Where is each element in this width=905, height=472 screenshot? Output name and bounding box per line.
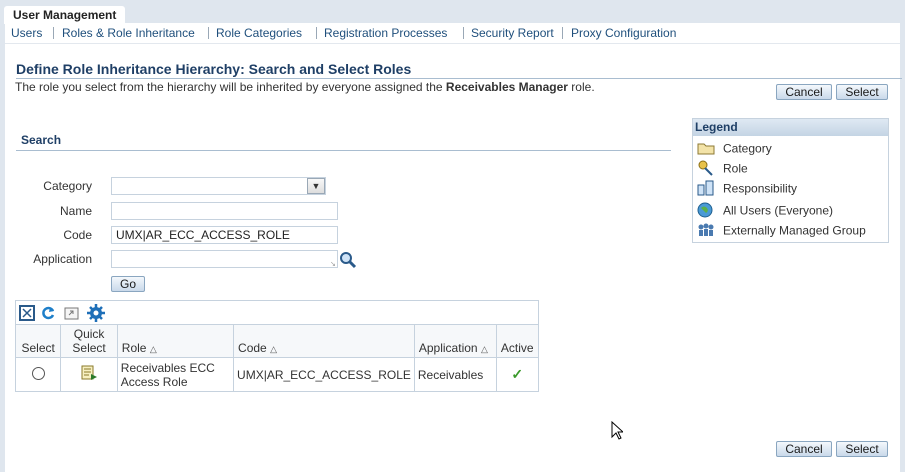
header-select: Select (16, 325, 62, 358)
header-role[interactable]: Role △ (117, 325, 235, 358)
nav-separator (316, 27, 317, 39)
select-radio[interactable] (31, 366, 45, 380)
expand-all-icon[interactable] (19, 305, 35, 321)
sort-icon[interactable]: △ (150, 344, 157, 354)
page-description: The role you select from the hierarchy w… (15, 80, 595, 94)
results-table: Select Quick Select Role △ Code △ Applic… (15, 300, 539, 392)
results-toolbar (16, 301, 538, 325)
role-name: Receivables Manager (445, 80, 568, 94)
nav-separator (463, 27, 464, 39)
legend-item-all-users: All Users (Everyone) (697, 202, 833, 221)
table-header-row: Select Quick Select Role △ Code △ Applic… (16, 325, 538, 358)
legend-item-category: Category (697, 141, 772, 158)
select-cell (16, 357, 62, 392)
header-quick-select: Quick Select (60, 325, 118, 358)
legend-header: Legend (693, 119, 888, 136)
sort-icon[interactable]: △ (270, 344, 277, 354)
search-section-header: Search (21, 133, 62, 147)
category-label: Category (43, 179, 92, 193)
mouse-cursor-icon (611, 421, 623, 440)
application-label: Application (33, 252, 92, 266)
select-button[interactable]: Select (836, 84, 888, 100)
category-select[interactable] (111, 177, 326, 195)
nav-separator (53, 27, 54, 39)
folder-icon (697, 141, 715, 158)
resize-grip-icon: ↘ (330, 261, 336, 268)
page-title: Define Role Inheritance Hierarchy: Searc… (16, 61, 412, 77)
nav-security-report[interactable]: Security Report (471, 26, 554, 40)
nav-separator (208, 27, 209, 39)
nav-separator (562, 27, 563, 39)
gear-icon[interactable] (87, 304, 105, 322)
nav-registration-processes[interactable]: Registration Processes (324, 26, 447, 40)
select-button-bottom[interactable]: Select (836, 441, 888, 457)
application-cell: Receivables (414, 357, 497, 392)
results-grid: Select Quick Select Role △ Code △ Applic… (16, 325, 538, 392)
app-tab-user-management[interactable]: User Management (4, 6, 126, 24)
nav-users[interactable]: Users (11, 26, 42, 40)
legend-item-responsibility: Responsibility (697, 180, 797, 199)
nav-proxy-configuration[interactable]: Proxy Configuration (571, 26, 676, 40)
legend-item-role: Role (697, 160, 748, 179)
nav-role-categories[interactable]: Role Categories (216, 26, 302, 40)
name-label: Name (59, 204, 92, 218)
search-icon[interactable] (339, 251, 357, 269)
main-panel: Users Roles & Role Inheritance Role Cate… (5, 23, 902, 472)
code-label: Code (63, 228, 92, 242)
legend-item-externally-managed-group: Externally Managed Group (697, 223, 866, 240)
globe-icon (697, 202, 715, 221)
title-divider (16, 78, 902, 79)
active-check-icon: ✓ (511, 366, 524, 383)
header-active: Active (496, 325, 538, 358)
quick-select-cell (60, 357, 118, 392)
cancel-button-bottom[interactable]: Cancel (776, 441, 832, 457)
detach-icon[interactable] (64, 305, 80, 321)
responsibility-icon (697, 180, 715, 199)
quick-select-icon[interactable] (80, 365, 98, 381)
header-application[interactable]: Application △ (414, 325, 497, 358)
group-icon (697, 223, 715, 240)
code-field[interactable]: UMX|AR_ECC_ACCESS_ROLE (111, 226, 338, 244)
role-keys-icon (697, 160, 715, 179)
refresh-icon[interactable] (40, 305, 56, 321)
role-cell: Receivables ECC Access Role (117, 357, 235, 392)
table-row: Receivables ECC Access Role UMX|AR_ECC_A… (16, 357, 538, 392)
legend-panel: Legend Category Role Responsibility All … (692, 118, 889, 243)
header-code[interactable]: Code △ (233, 325, 415, 358)
application-field[interactable] (111, 250, 338, 268)
sub-navigation: Users Roles & Role Inheritance Role Cate… (5, 23, 900, 44)
go-button[interactable]: Go (111, 276, 145, 292)
nav-roles-inheritance[interactable]: Roles & Role Inheritance (62, 26, 195, 40)
name-field[interactable] (111, 202, 338, 220)
chevron-down-icon[interactable]: ▼ (307, 178, 325, 194)
sort-icon[interactable]: △ (481, 344, 488, 354)
search-divider (16, 150, 671, 151)
cancel-button[interactable]: Cancel (776, 84, 832, 100)
code-cell: UMX|AR_ECC_ACCESS_ROLE (233, 357, 415, 392)
